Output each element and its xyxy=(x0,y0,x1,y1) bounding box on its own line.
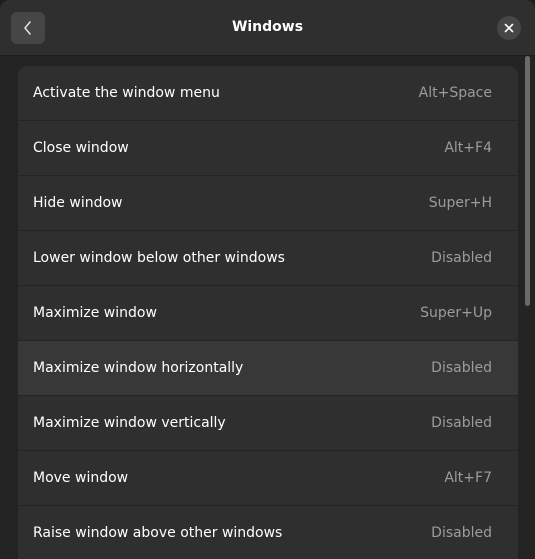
shortcut-row-maximize-window[interactable]: Maximize window Super+Up xyxy=(18,286,518,341)
shortcut-keys: Disabled xyxy=(431,250,492,266)
shortcut-label: Activate the window menu xyxy=(33,85,220,101)
scrollbar[interactable] xyxy=(525,56,530,306)
shortcut-list: Activate the window menu Alt+Space Close… xyxy=(18,66,518,559)
shortcut-label: Maximize window xyxy=(33,305,157,321)
close-button[interactable] xyxy=(497,16,521,40)
shortcut-keys: Alt+F7 xyxy=(444,470,492,486)
shortcut-label: Maximize window vertically xyxy=(33,415,226,431)
shortcut-row-hide-window[interactable]: Hide window Super+H xyxy=(18,176,518,231)
shortcut-row-close-window[interactable]: Close window Alt+F4 xyxy=(18,121,518,176)
shortcut-label: Move window xyxy=(33,470,129,486)
shortcut-keys: Alt+F4 xyxy=(444,140,492,156)
close-icon xyxy=(504,23,514,33)
shortcut-keys: Disabled xyxy=(431,360,492,376)
shortcut-keys: Super+Up xyxy=(420,305,492,321)
dialog-content: Activate the window menu Alt+Space Close… xyxy=(0,56,535,559)
shortcut-label: Lower window below other windows xyxy=(33,250,285,266)
shortcut-keys: Disabled xyxy=(431,415,492,431)
shortcut-keys: Super+H xyxy=(428,195,492,211)
dialog-title: Windows xyxy=(231,19,304,35)
shortcut-row-activate-window-menu[interactable]: Activate the window menu Alt+Space xyxy=(18,66,518,121)
shortcut-label: Maximize window horizontally xyxy=(33,360,244,376)
shortcut-row-maximize-horizontally[interactable]: Maximize window horizontally Disabled xyxy=(18,341,518,396)
shortcut-label: Raise window above other windows xyxy=(33,525,283,541)
shortcut-label: Hide window xyxy=(33,195,123,211)
keyboard-shortcuts-dialog: Windows Activate the window menu Alt+Spa… xyxy=(0,0,535,559)
shortcut-row-lower-window[interactable]: Lower window below other windows Disable… xyxy=(18,231,518,286)
shortcut-label: Close window xyxy=(33,140,129,156)
shortcut-row-move-window[interactable]: Move window Alt+F7 xyxy=(18,451,518,506)
shortcut-keys: Alt+Space xyxy=(418,85,492,101)
shortcut-keys: Disabled xyxy=(431,525,492,541)
shortcut-row-maximize-vertically[interactable]: Maximize window vertically Disabled xyxy=(18,396,518,451)
header-bar: Windows xyxy=(0,0,535,56)
shortcut-row-raise-window[interactable]: Raise window above other windows Disable… xyxy=(18,506,518,559)
